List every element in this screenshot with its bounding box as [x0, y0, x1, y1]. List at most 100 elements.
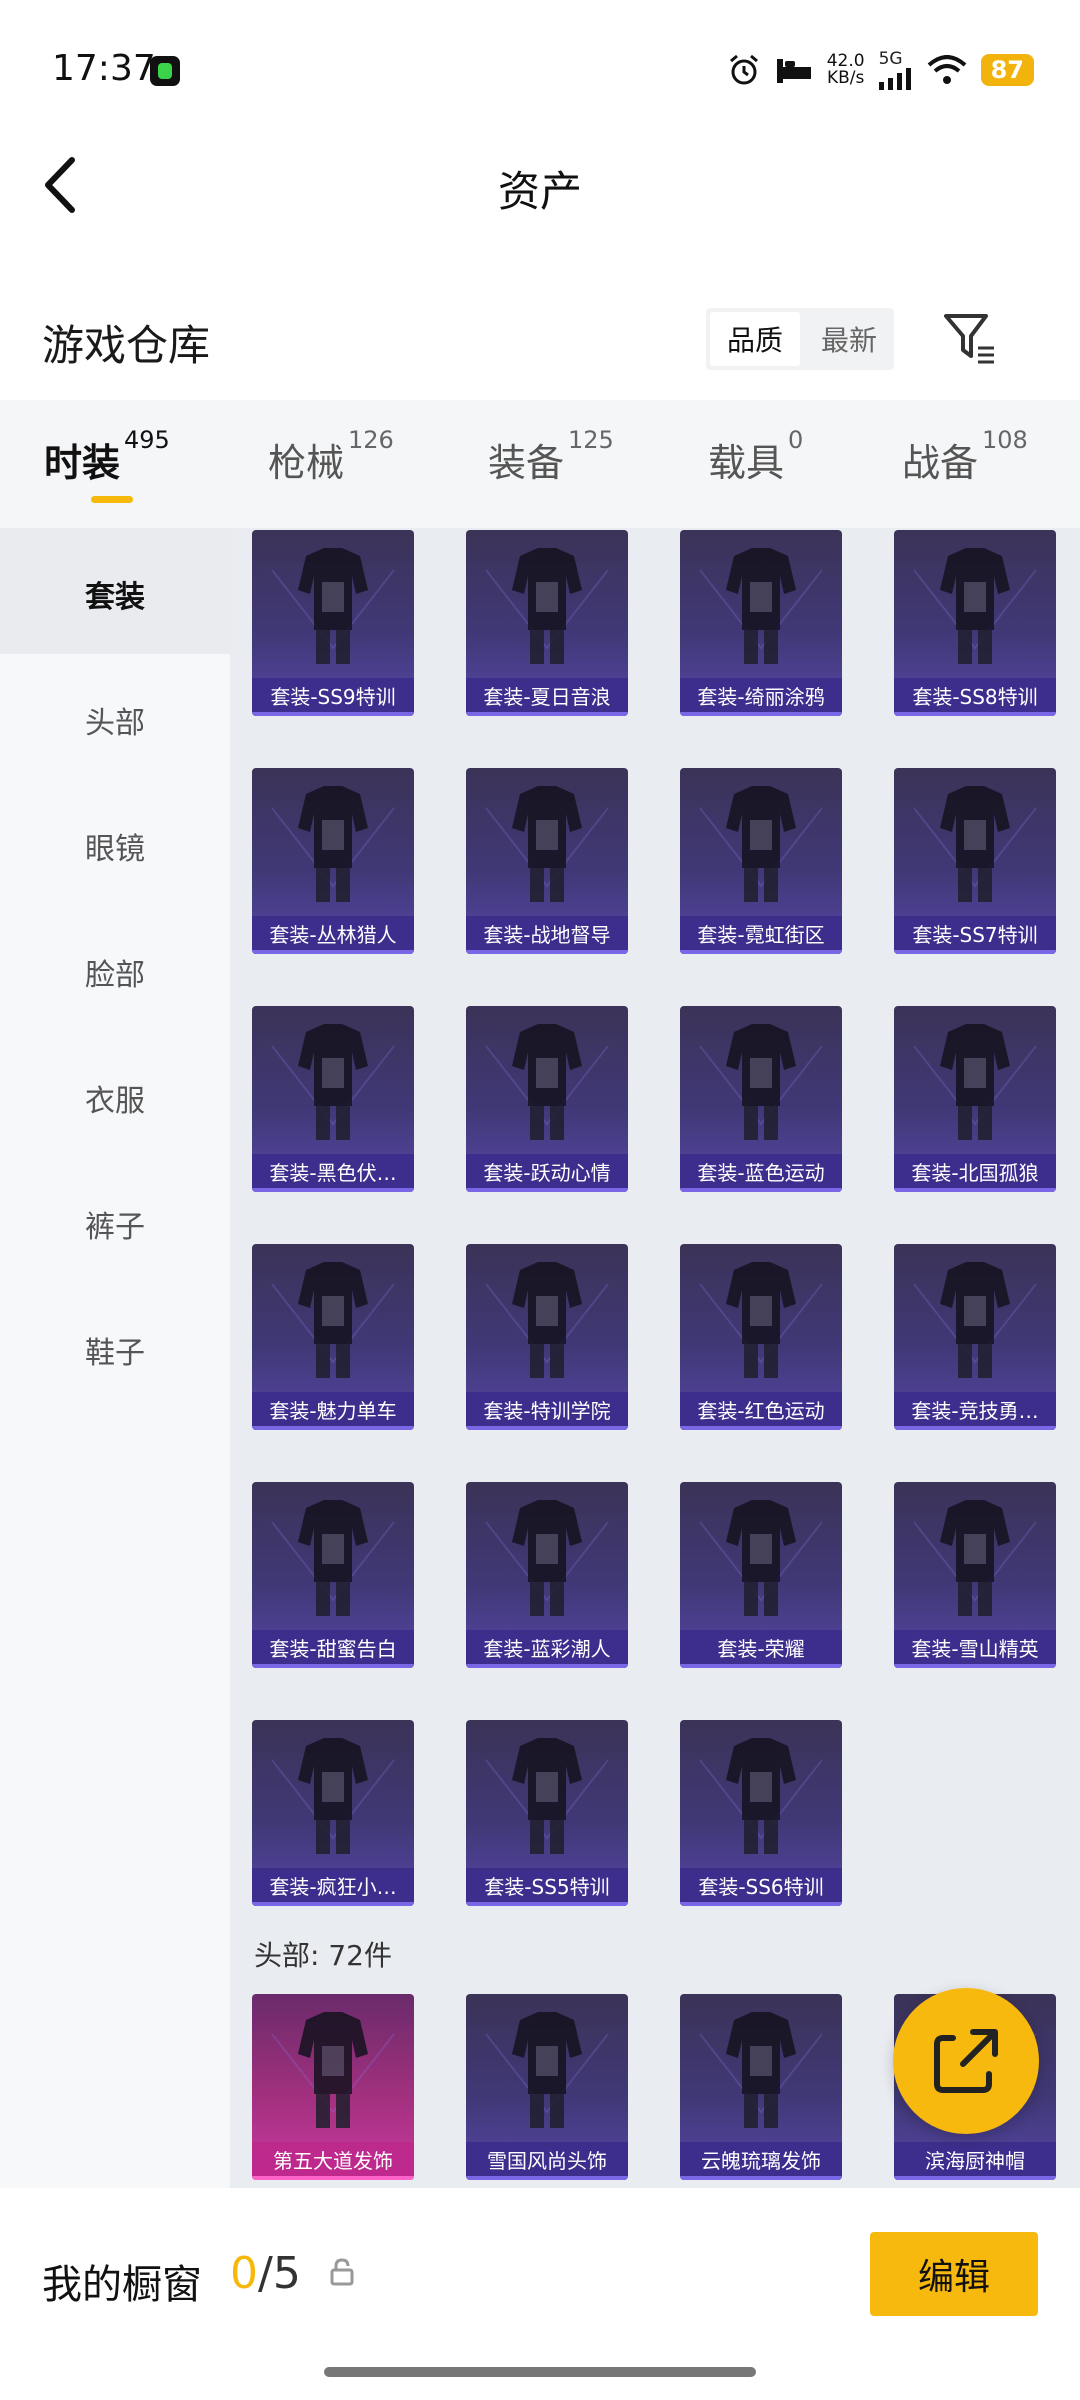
outfit-image — [699, 2012, 823, 2128]
outfit-image — [271, 1024, 395, 1140]
sort-toggle: 品质 最新 — [706, 308, 894, 370]
sidebar-item-head[interactable]: 头部 — [0, 698, 230, 742]
item-card[interactable]: 套装-魅力单车 — [252, 1244, 414, 1430]
tab-count: 125 — [568, 426, 614, 454]
tab-label: 战备 — [902, 441, 979, 485]
tab-weapons[interactable]: 枪械126 — [268, 426, 394, 487]
item-card[interactable]: 套装-蓝彩潮人 — [466, 1482, 628, 1668]
item-card-rarity-bar — [466, 1188, 628, 1192]
item-card[interactable]: 套装-蓝色运动 — [680, 1006, 842, 1192]
item-card[interactable]: 套装-甜蜜告白 — [252, 1482, 414, 1668]
item-card[interactable]: 套装-竞技勇… — [894, 1244, 1056, 1430]
item-card-rarity-bar — [252, 712, 414, 716]
item-card-label: 雪国风尚头饰 — [466, 2142, 628, 2180]
sidebar-item-clothes[interactable]: 衣服 — [0, 1076, 230, 1120]
item-card-rarity-bar — [894, 1664, 1056, 1668]
showcase-current: 0 — [230, 2248, 258, 2299]
item-card[interactable]: 套装-疯狂小… — [252, 1720, 414, 1906]
item-card[interactable]: 套装-SS5特训 — [466, 1720, 628, 1906]
item-card-label: 套装-疯狂小… — [252, 1868, 414, 1906]
item-card[interactable]: 套装-丛林猎人 — [252, 768, 414, 954]
item-card-label: 套装-黑色伏… — [252, 1154, 414, 1192]
network-type: 5G — [878, 48, 903, 69]
item-card[interactable]: 云魄琉璃发饰 — [680, 1994, 842, 2180]
item-card-label: 套装-SS5特训 — [466, 1868, 628, 1906]
item-card-rarity-bar — [252, 1426, 414, 1430]
tab-fashion[interactable]: 时装495 — [44, 426, 170, 487]
item-card[interactable]: 套装-SS8特训 — [894, 530, 1056, 716]
item-card-rarity-bar — [894, 2176, 1056, 2180]
tab-count: 495 — [124, 426, 170, 454]
item-card[interactable]: 套装-夏日音浪 — [466, 530, 628, 716]
outfit-image — [913, 786, 1037, 902]
item-card-label: 套装-雪山精英 — [894, 1630, 1056, 1668]
showcase-count: 0/5 — [230, 2248, 301, 2299]
sidebar-item-suit[interactable]: 套装 — [0, 572, 230, 616]
outfit-image — [699, 548, 823, 664]
warehouse-title: 游戏仓库 — [42, 321, 211, 370]
item-card[interactable]: 套装-黑色伏… — [252, 1006, 414, 1192]
item-card-label: 套装-霓虹街区 — [680, 916, 842, 954]
item-card-rarity-bar — [894, 1188, 1056, 1192]
item-card[interactable]: 第五大道发饰 — [252, 1994, 414, 2180]
sidebar-item-pants[interactable]: 裤子 — [0, 1202, 230, 1246]
tab-vehicles[interactable]: 载具0 — [708, 426, 803, 487]
outfit-image — [913, 548, 1037, 664]
item-card-rarity-bar — [894, 950, 1056, 954]
item-card[interactable]: 套装-特训学院 — [466, 1244, 628, 1430]
item-card[interactable]: 套装-霓虹街区 — [680, 768, 842, 954]
item-card-label: 套装-荣耀 — [680, 1630, 842, 1668]
item-card-rarity-bar — [252, 950, 414, 954]
head-section-label: 头部: 72件 — [254, 1939, 392, 1972]
share-button[interactable] — [893, 1988, 1039, 2134]
item-card[interactable]: 套装-雪山精英 — [894, 1482, 1056, 1668]
outfit-image — [271, 2012, 395, 2128]
home-indicator[interactable] — [324, 2367, 756, 2377]
item-card[interactable]: 套装-战地督导 — [466, 768, 628, 954]
edit-button[interactable]: 编辑 — [870, 2232, 1038, 2316]
item-card[interactable]: 雪国风尚头饰 — [466, 1994, 628, 2180]
tab-count: 108 — [982, 426, 1028, 454]
outfit-image — [913, 1262, 1037, 1378]
item-card-rarity-bar — [680, 950, 842, 954]
tab-label: 时装 — [44, 441, 121, 485]
item-card-label: 套装-北国孤狼 — [894, 1154, 1056, 1192]
item-card-rarity-bar — [680, 1426, 842, 1430]
sort-newest-button[interactable]: 最新 — [804, 308, 894, 370]
item-card-rarity-bar — [466, 2176, 628, 2180]
item-card[interactable]: 套装-绮丽涂鸦 — [680, 530, 842, 716]
wifi-icon — [927, 55, 966, 84]
tab-equipment[interactable]: 装备125 — [488, 426, 614, 487]
net-speed-unit: KB/s — [826, 68, 865, 88]
item-card[interactable]: 套装-SS9特训 — [252, 530, 414, 716]
showcase-capacity: /5 — [258, 2248, 301, 2299]
item-card-label: 套装-蓝色运动 — [680, 1154, 842, 1192]
tab-active-indicator — [91, 496, 133, 503]
item-card-rarity-bar — [894, 1426, 1056, 1430]
item-card[interactable]: 套装-北国孤狼 — [894, 1006, 1056, 1192]
tab-battle-gear[interactable]: 战备108 — [902, 426, 1028, 487]
item-card[interactable]: 套装-SS7特训 — [894, 768, 1056, 954]
sort-quality-button[interactable]: 品质 — [710, 312, 800, 366]
item-card-label: 套装-丛林猎人 — [252, 916, 414, 954]
outfit-image — [485, 1024, 609, 1140]
outfit-image — [913, 1024, 1037, 1140]
sidebar-item-face[interactable]: 脸部 — [0, 950, 230, 994]
item-card-rarity-bar — [680, 1664, 842, 1668]
sidebar-item-shoes[interactable]: 鞋子 — [0, 1328, 230, 1372]
item-card-rarity-bar — [466, 1426, 628, 1430]
outfit-image — [699, 786, 823, 902]
item-card[interactable]: 套装-荣耀 — [680, 1482, 842, 1668]
item-card-rarity-bar — [680, 2176, 842, 2180]
item-card[interactable]: 套装-红色运动 — [680, 1244, 842, 1430]
sidebar-item-glasses[interactable]: 眼镜 — [0, 824, 230, 868]
item-card-rarity-bar — [252, 2176, 414, 2180]
item-card-label: 套装-SS8特训 — [894, 678, 1056, 716]
tab-count: 126 — [348, 426, 394, 454]
outfit-image — [699, 1024, 823, 1140]
item-card-label: 滨海厨神帽 — [894, 2142, 1056, 2180]
item-card[interactable]: 套装-SS6特训 — [680, 1720, 842, 1906]
filter-icon[interactable] — [942, 310, 998, 366]
item-card[interactable]: 套装-跃动心情 — [466, 1006, 628, 1192]
outfit-image — [271, 548, 395, 664]
